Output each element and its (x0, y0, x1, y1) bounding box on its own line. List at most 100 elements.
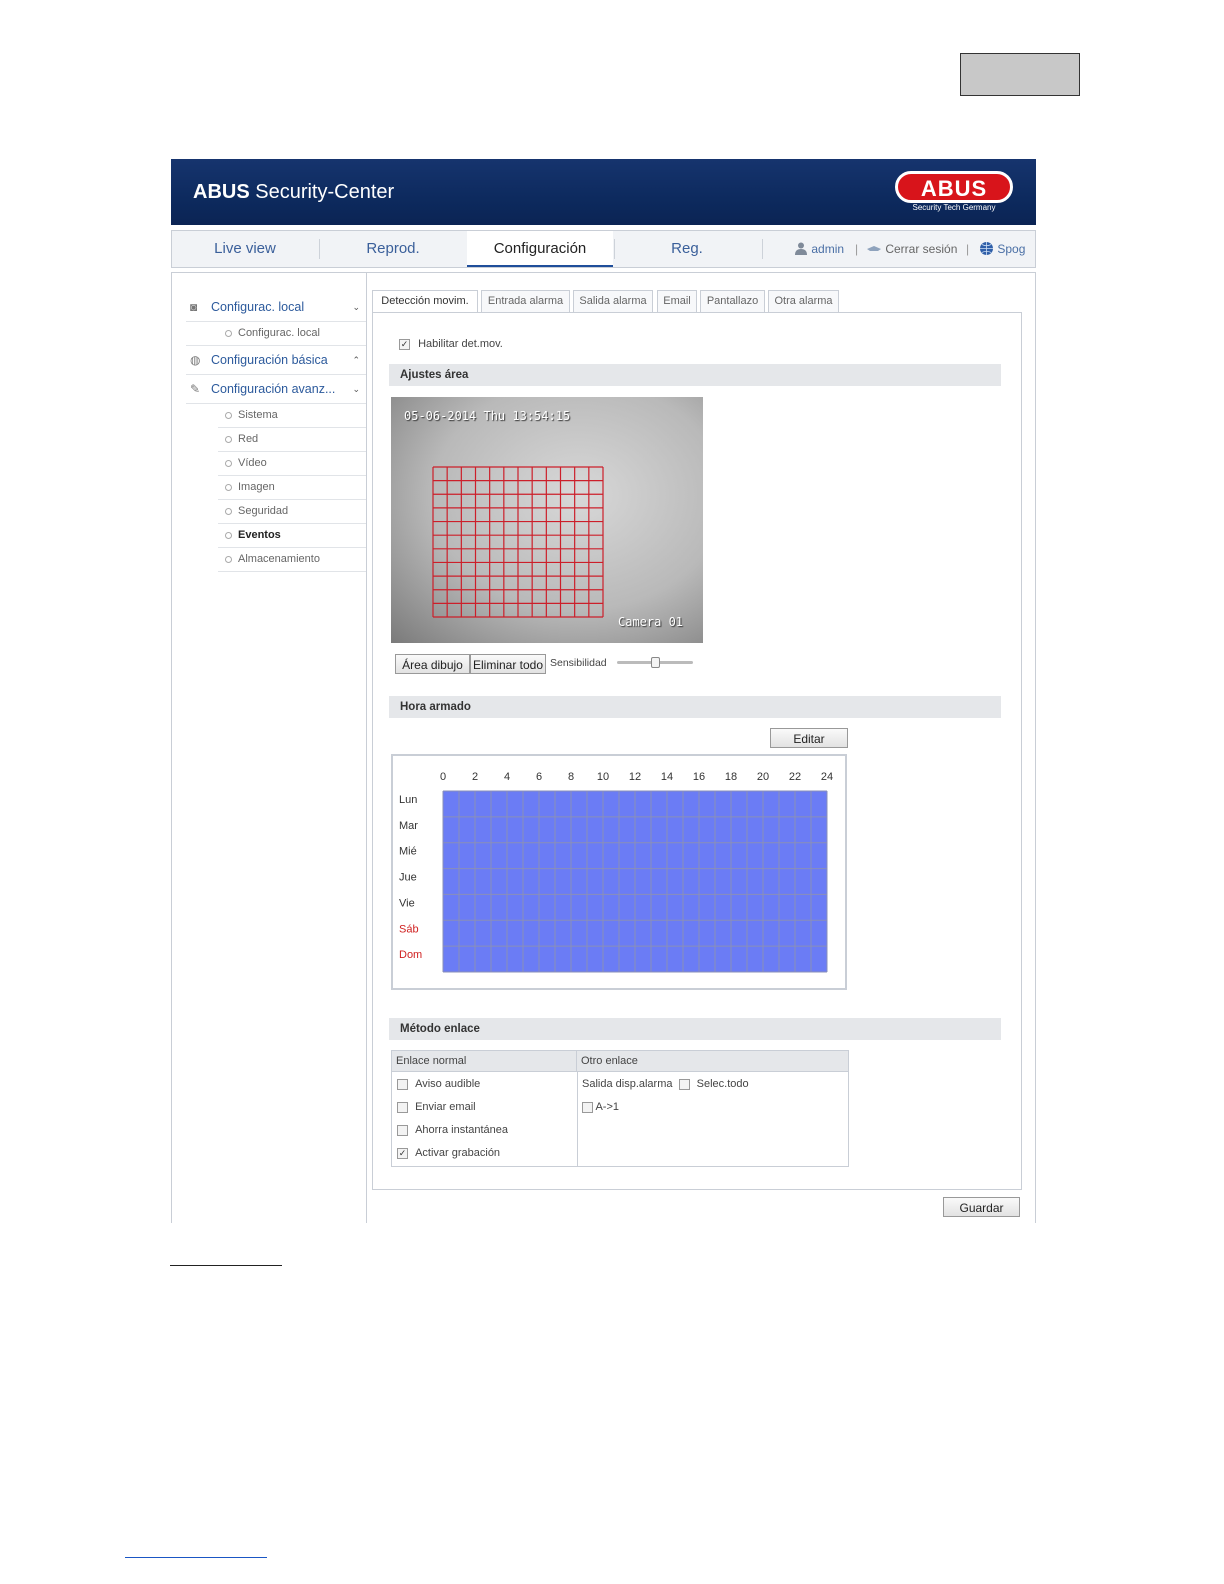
bullet-icon (225, 532, 232, 539)
nav-log[interactable]: Reg. (614, 231, 760, 267)
select-all-checkbox[interactable] (678, 1078, 690, 1090)
chevron-down-icon: ⌄ (352, 384, 360, 394)
motion-detection-grid[interactable] (431, 465, 605, 618)
hour-tick-label: 10 (597, 771, 609, 783)
tab-motion-detection[interactable]: Detección movim. (372, 290, 478, 313)
hour-tick-label: 20 (757, 771, 769, 783)
nav-live-view[interactable]: Live view (172, 231, 318, 267)
tab-email[interactable]: Email (657, 290, 697, 312)
sidebar-item-label: Seguridad (238, 505, 289, 517)
sidebar-basic-config[interactable]: ◍ Configuración básica ⌃ (186, 345, 366, 375)
bullet-icon (225, 330, 232, 337)
schedule-chart: 0 2 4 6 8 10 12 14 16 18 20 22 24 LunMarMiéJueVieSáb… (399, 771, 833, 973)
sidebar-local-config-label: Configurac. local (211, 300, 305, 314)
hour-tick-label: 6 (536, 771, 542, 783)
sidebar-item-label: Almacenamiento (238, 553, 320, 565)
bullet-icon (225, 460, 232, 467)
sidebar-item-label: Vídeo (238, 457, 267, 469)
sidebar-local-config[interactable]: ◙ Configurac. local ⌄ (186, 293, 366, 322)
day-label: Jue (399, 872, 417, 884)
linkage-method-header: Método enlace (389, 1018, 1001, 1040)
audible-warning-checkbox[interactable] (397, 1078, 408, 1090)
sidebar: ◙ Configurac. local ⌄ Configurac. local … (186, 293, 366, 572)
sidebar-item-security[interactable]: Seguridad (218, 500, 366, 524)
snapshot-checkbox[interactable] (397, 1124, 408, 1136)
linkage-send-email[interactable]: Enviar email (397, 1096, 508, 1119)
sidebar-item-network[interactable]: Red (218, 428, 366, 452)
column-divider (577, 1072, 578, 1166)
wrench-icon: ✎ (190, 382, 201, 396)
bullet-icon (225, 412, 232, 419)
normal-linkage-header: Enlace normal (392, 1051, 577, 1072)
content-area: ◙ Configurac. local ⌄ Configurac. local … (171, 272, 1036, 1223)
bullet-icon (225, 436, 232, 443)
clear-all-button[interactable]: Eliminar todo (470, 654, 546, 674)
output-a1[interactable]: A->1 (582, 1096, 749, 1119)
language-menu[interactable]: Spog (979, 231, 1025, 267)
sensitivity-label: Sensibilidad (550, 657, 607, 669)
hour-tick-label: 4 (504, 771, 510, 783)
nav-configuration[interactable]: Configuración (467, 231, 613, 267)
settings-icon: ◍ (190, 353, 201, 367)
header-grey-box (960, 53, 1080, 96)
linkage-snapshot[interactable]: Ahorra instantánea (397, 1119, 508, 1142)
tab-other-alarm[interactable]: Otra alarma (768, 290, 839, 312)
sidebar-divider (366, 273, 367, 1223)
sidebar-item-video[interactable]: Vídeo (218, 452, 366, 476)
sidebar-item-system[interactable]: Sistema (218, 404, 366, 428)
app-title: ABUS Security-Center (193, 181, 395, 203)
enable-label: Habilitar det.mov. (418, 338, 503, 350)
main-nav: Live view Reprod. Configuración Reg. adm… (171, 230, 1036, 268)
output-a1-checkbox[interactable] (582, 1101, 593, 1113)
linkage-label: Activar grabación (415, 1147, 501, 1159)
linkage-label: Ahorra instantánea (415, 1124, 509, 1136)
bullet-icon (225, 556, 232, 563)
enable-motion-detection[interactable]: ✓ Habilitar det.mov. (399, 338, 503, 350)
tab-alarm-output[interactable]: Salida alarma (573, 290, 653, 312)
user-icon (795, 242, 807, 255)
area-settings-header: Ajustes área (389, 364, 1001, 386)
sidebar-item-events[interactable]: Eventos (218, 524, 366, 548)
save-button[interactable]: Guardar (943, 1197, 1020, 1217)
hour-tick-label: 24 (821, 771, 833, 783)
user-menu[interactable]: admin (794, 231, 844, 267)
tab-alarm-input[interactable]: Entrada alarma (481, 290, 570, 312)
enable-checkbox[interactable]: ✓ (399, 338, 410, 350)
sidebar-item-local-config[interactable]: Configurac. local (218, 322, 366, 345)
camera-icon: ◙ (190, 300, 198, 314)
sidebar-advanced-config[interactable]: ✎ Configuración avanz... ⌄ (186, 375, 366, 404)
normal-linkage-list: Aviso audible Enviar email Ahorra instan… (397, 1073, 508, 1165)
bullet-icon (225, 508, 232, 515)
linkage-trigger-recording[interactable]: ✓ Activar grabación (397, 1142, 508, 1165)
logout-link[interactable]: Cerrar sesión (866, 231, 957, 267)
tab-snapshot[interactable]: Pantallazo (700, 290, 765, 312)
sidebar-item-storage[interactable]: Almacenamiento (218, 548, 366, 572)
video-preview[interactable]: 05-06-2014 Thu 13:54:15 Camera 01 (391, 397, 703, 643)
abus-logo: ABUS (895, 171, 1013, 203)
edit-schedule-button[interactable]: Editar (770, 728, 848, 748)
nav-separator (762, 239, 763, 259)
linkage-audible-warning[interactable]: Aviso audible (397, 1073, 508, 1096)
slider-handle[interactable] (651, 657, 660, 668)
arming-schedule[interactable]: 0 2 4 6 8 10 12 14 16 18 20 22 24 Lun Mar Mié Jue Vie Sáb… (391, 754, 847, 990)
arming-schedule-header: Hora armado (389, 696, 1001, 718)
chevron-down-icon: ⌄ (352, 302, 360, 312)
linkage-label: Enviar email (415, 1101, 476, 1113)
trigger-recording-checkbox[interactable]: ✓ (397, 1147, 408, 1159)
footer-link-underline (125, 1557, 267, 1558)
osd-camera-name: Camera 01 (618, 615, 684, 629)
nav-playback[interactable]: Reprod. (320, 231, 466, 267)
osd-timestamp: 05-06-2014 Thu 13:54:15 (404, 409, 571, 423)
chevron-up-icon: ⌃ (352, 355, 360, 365)
draw-area-button[interactable]: Área dibujo (395, 654, 470, 674)
sidebar-basic-config-label: Configuración básica (211, 353, 328, 367)
sidebar-advanced-config-label: Configuración avanz... (211, 382, 336, 396)
logout-icon (867, 246, 881, 251)
send-email-checkbox[interactable] (397, 1101, 408, 1113)
linkage-table: Enlace normal Otro enlace Aviso audible … (391, 1050, 849, 1167)
sidebar-item-image[interactable]: Imagen (218, 476, 366, 500)
sensitivity-slider[interactable] (617, 657, 693, 668)
hour-tick-label: 2 (472, 771, 478, 783)
day-label: Vie (399, 897, 415, 909)
logo-subtitle: Security Tech Germany (912, 203, 996, 212)
